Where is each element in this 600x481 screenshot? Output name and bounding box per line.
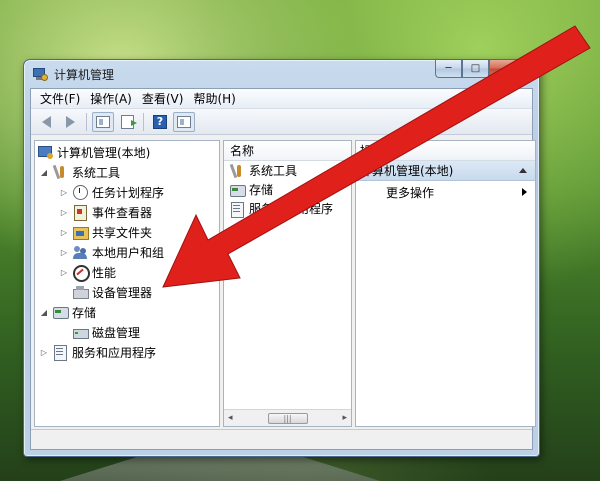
clock-icon bbox=[72, 184, 88, 200]
show-hide-tree-icon bbox=[96, 115, 110, 128]
device-manager-icon bbox=[72, 284, 89, 300]
performance-icon bbox=[72, 264, 90, 282]
storage-icon bbox=[229, 182, 246, 198]
shared-folder-icon bbox=[72, 224, 89, 240]
tree-item-disk-management[interactable]: 磁盘管理 bbox=[59, 322, 140, 342]
users-icon bbox=[72, 244, 88, 260]
actions-section-computer-management[interactable]: 计算机管理(本地) bbox=[356, 161, 535, 181]
tree-item-task-scheduler[interactable]: ▷ 任务计划程序 bbox=[59, 182, 164, 202]
actions-header: 操作 bbox=[356, 141, 535, 161]
expand-icon[interactable]: ▷ bbox=[59, 188, 69, 197]
tree-item-device-manager[interactable]: 设备管理器 bbox=[59, 282, 152, 302]
tree-item-storage[interactable]: ◢ 存储 bbox=[39, 302, 96, 322]
storage-icon bbox=[52, 304, 69, 320]
help-button[interactable]: ? bbox=[149, 112, 171, 132]
export-list-icon bbox=[120, 114, 137, 129]
tree-item-label: 系统工具 bbox=[72, 165, 121, 180]
list-item[interactable]: 服务和应用程序 bbox=[224, 199, 351, 218]
client-area: 文件(F) 操作(A) 查看(V) 帮助(H) ? 计算机管理(本地) ◢ 系统… bbox=[30, 88, 536, 450]
expand-icon[interactable]: ▷ bbox=[59, 248, 69, 257]
action-more-actions[interactable]: 更多操作 bbox=[356, 181, 535, 203]
expand-icon[interactable]: ▷ bbox=[59, 228, 69, 237]
disk-icon bbox=[72, 324, 89, 340]
window-title: 计算机管理 bbox=[54, 67, 115, 82]
services-icon bbox=[52, 344, 68, 361]
properties-icon bbox=[177, 115, 191, 128]
horizontal-scrollbar[interactable]: ◂ ||| ▸ bbox=[224, 409, 351, 426]
tree-item-label: 磁盘管理 bbox=[92, 325, 141, 340]
expand-icon[interactable]: ▷ bbox=[39, 348, 49, 357]
list-item[interactable]: 系统工具 bbox=[224, 161, 351, 180]
tools-icon bbox=[229, 163, 245, 179]
properties-button[interactable] bbox=[173, 111, 195, 132]
tree-item-label: 存储 bbox=[72, 305, 97, 320]
back-button[interactable] bbox=[35, 112, 57, 132]
tree-item-system-tools[interactable]: ◢ 系统工具 bbox=[39, 162, 120, 182]
collapse-icon[interactable]: ◢ bbox=[39, 168, 49, 177]
console-tree: 计算机管理(本地) ◢ 系统工具 ▷ 任务计划程序 ▷ 事件查看器 ▷ 共享文件… bbox=[34, 140, 220, 427]
tree-item-label: 共享文件夹 bbox=[92, 225, 153, 240]
scroll-left-icon[interactable]: ◂ bbox=[228, 413, 233, 423]
computer-management-window: 计算机管理 ─ □ ✕ 文件(F) 操作(A) 查看(V) 帮助(H) ? 计算… bbox=[23, 59, 540, 457]
list-item-label: 存储 bbox=[249, 183, 274, 197]
scroll-right-icon[interactable]: ▸ bbox=[342, 413, 347, 423]
menu-action[interactable]: 操作(A) bbox=[85, 90, 137, 107]
tree-item-shared-folders[interactable]: ▷ 共享文件夹 bbox=[59, 222, 152, 242]
help-icon: ? bbox=[153, 114, 167, 129]
expand-icon[interactable]: ▷ bbox=[59, 268, 69, 277]
tree-item-label: 设备管理器 bbox=[92, 285, 153, 300]
actions-pane: 操作 计算机管理(本地) 更多操作 bbox=[355, 140, 536, 427]
tree-root[interactable]: 计算机管理(本地) bbox=[37, 142, 150, 162]
minimize-button[interactable]: ─ bbox=[435, 60, 462, 78]
menu-file[interactable]: 文件(F) bbox=[35, 90, 85, 107]
list-item-label: 系统工具 bbox=[249, 164, 298, 178]
tree-item-label: 计算机管理(本地) bbox=[57, 145, 151, 160]
event-viewer-icon bbox=[72, 204, 88, 221]
submenu-arrow-icon bbox=[522, 188, 527, 196]
scroll-thumb[interactable]: ||| bbox=[267, 412, 308, 424]
menu-bar: 文件(F) 操作(A) 查看(V) 帮助(H) bbox=[31, 89, 532, 109]
toolbar-separator bbox=[86, 112, 87, 131]
action-label: 更多操作 bbox=[386, 185, 435, 200]
list-item[interactable]: 存储 bbox=[224, 180, 351, 199]
back-icon bbox=[41, 115, 51, 128]
tree-item-label: 本地用户和组 bbox=[92, 245, 165, 260]
actions-section-label: 计算机管理(本地) bbox=[360, 164, 454, 178]
status-bar bbox=[31, 429, 532, 449]
maximize-button[interactable]: □ bbox=[462, 60, 489, 78]
column-header-name[interactable]: 名称 bbox=[224, 141, 351, 161]
tree-item-services-apps[interactable]: ▷ 服务和应用程序 bbox=[39, 342, 156, 362]
window-controls: ─ □ ✕ bbox=[435, 60, 533, 78]
computer-management-icon bbox=[37, 144, 53, 160]
collapse-icon[interactable]: ◢ bbox=[39, 308, 49, 317]
menu-help[interactable]: 帮助(H) bbox=[188, 90, 240, 107]
toolbar: ? bbox=[31, 109, 532, 135]
forward-button[interactable] bbox=[59, 112, 81, 132]
tree-item-label: 服务和应用程序 bbox=[72, 345, 157, 360]
list-item-label: 服务和应用程序 bbox=[249, 202, 334, 216]
collapse-up-icon[interactable] bbox=[519, 168, 527, 173]
tree-item-label: 事件查看器 bbox=[92, 205, 153, 220]
tree-item-local-users[interactable]: ▷ 本地用户和组 bbox=[59, 242, 164, 262]
show-hide-tree-button[interactable] bbox=[92, 111, 114, 132]
tools-icon bbox=[52, 164, 68, 180]
panes: 计算机管理(本地) ◢ 系统工具 ▷ 任务计划程序 ▷ 事件查看器 ▷ 共享文件… bbox=[31, 136, 536, 427]
tree-item-label: 任务计划程序 bbox=[92, 185, 165, 200]
services-icon bbox=[229, 201, 245, 218]
menu-view[interactable]: 查看(V) bbox=[137, 90, 189, 107]
computer-management-icon bbox=[32, 66, 48, 82]
results-list: 名称 系统工具 存储 服务和应用程序 ◂ ||| ▸ bbox=[223, 140, 352, 427]
tree-item-label: 性能 bbox=[92, 265, 117, 280]
expand-icon[interactable]: ▷ bbox=[59, 208, 69, 217]
export-list-button[interactable] bbox=[116, 112, 138, 132]
tree-item-performance[interactable]: ▷ 性能 bbox=[59, 262, 116, 282]
tree-item-event-viewer[interactable]: ▷ 事件查看器 bbox=[59, 202, 152, 222]
close-button[interactable]: ✕ bbox=[489, 60, 533, 78]
title-bar[interactable]: 计算机管理 ─ □ ✕ bbox=[24, 60, 539, 88]
forward-icon bbox=[65, 115, 75, 128]
toolbar-separator bbox=[143, 112, 144, 131]
